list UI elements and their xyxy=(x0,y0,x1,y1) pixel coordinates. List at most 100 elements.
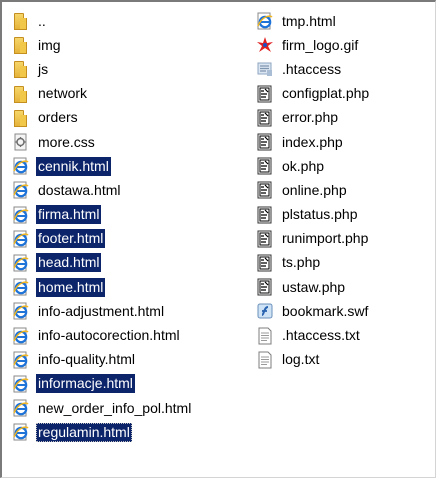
file-name-label: orders xyxy=(38,109,78,126)
file-name-label: index.php xyxy=(282,133,343,150)
file-item-ok-php[interactable]: ok.php xyxy=(256,154,436,178)
file-name-label: firm_logo.gif xyxy=(282,36,359,53)
file-item-img[interactable]: img xyxy=(12,33,247,57)
php-file-icon xyxy=(256,157,274,175)
file-item-cennik-html[interactable]: cennik.html xyxy=(12,154,247,178)
php-file-icon xyxy=(256,278,274,296)
file-item-ustaw-php[interactable]: ustaw.php xyxy=(256,275,436,299)
text-file-icon xyxy=(256,351,274,369)
file-name-label: ts.php xyxy=(282,254,321,271)
html-file-icon xyxy=(12,181,30,199)
image-file-icon xyxy=(256,36,274,54)
file-name-label: head.html xyxy=(36,253,102,273)
file-name-label: .htaccess.txt xyxy=(282,327,360,344)
file-item-error-php[interactable]: error.php xyxy=(256,106,436,130)
html-file-icon xyxy=(12,230,30,248)
file-name-label: home.html xyxy=(36,277,106,297)
file-item-js[interactable]: js xyxy=(12,57,247,81)
html-file-icon xyxy=(12,375,30,393)
html-file-icon xyxy=(12,399,30,417)
file-item-plstatus-php[interactable]: plstatus.php xyxy=(256,203,436,227)
file-item-network[interactable]: network xyxy=(12,82,247,106)
file-item-informacje-html[interactable]: informacje.html xyxy=(12,372,247,396)
file-name-label: informacje.html xyxy=(36,374,135,394)
file-item-bookmark-swf[interactable]: bookmark.swf xyxy=(256,299,436,323)
file-name-label: network xyxy=(38,85,88,102)
file-item-configplat-php[interactable]: configplat.php xyxy=(256,82,436,106)
file-item-more-css[interactable]: more.css xyxy=(12,130,247,154)
file-name-label: img xyxy=(38,36,61,53)
file-item-new-order-info-pol-html[interactable]: new_order_info_pol.html xyxy=(12,396,247,420)
folder-icon xyxy=(12,36,30,55)
file-list-column-left: .. img js network orders more.css cennik.html d… xyxy=(12,9,247,444)
file-item-home-html[interactable]: home.html xyxy=(12,275,247,299)
file-item-footer-html[interactable]: footer.html xyxy=(12,227,247,251)
file-name-label: cennik.html xyxy=(36,156,111,176)
file-name-label: more.css xyxy=(38,133,95,150)
html-file-icon xyxy=(256,12,274,30)
file-item-head-html[interactable]: head.html xyxy=(12,251,247,275)
file-name-label: online.php xyxy=(282,181,347,198)
file-name-label: info-quality.html xyxy=(38,351,136,368)
html-file-icon xyxy=(12,327,30,345)
file-item-parent-directory[interactable]: .. xyxy=(12,9,247,33)
file-name-label: runimport.php xyxy=(282,230,369,247)
file-item-firm-logo-gif[interactable]: firm_logo.gif xyxy=(256,33,436,57)
html-file-icon xyxy=(12,278,30,296)
file-name-label: regulamin.html xyxy=(36,422,132,442)
file-item-index-php[interactable]: index.php xyxy=(256,130,436,154)
file-item-dot-htaccess[interactable]: .htaccess xyxy=(256,57,436,81)
file-name-label: plstatus.php xyxy=(282,206,358,223)
file-item-info-autocorection-html[interactable]: info-autocorection.html xyxy=(12,323,247,347)
php-file-icon xyxy=(256,133,274,151)
file-name-label: bookmark.swf xyxy=(282,302,369,319)
file-item-info-adjustment-html[interactable]: info-adjustment.html xyxy=(12,299,247,323)
file-item-orders[interactable]: orders xyxy=(12,106,247,130)
html-file-icon xyxy=(12,157,30,175)
config-file-icon xyxy=(256,60,274,78)
file-name-label: configplat.php xyxy=(282,85,370,102)
file-name-label: error.php xyxy=(282,109,339,126)
file-name-label: footer.html xyxy=(36,229,106,249)
file-item-dostawa-html[interactable]: dostawa.html xyxy=(12,178,247,202)
file-item-ts-php[interactable]: ts.php xyxy=(256,251,436,275)
file-item-log-txt[interactable]: log.txt xyxy=(256,348,436,372)
file-name-label: js xyxy=(38,60,49,77)
file-name-label: info-autocorection.html xyxy=(38,327,180,344)
file-name-label: .. xyxy=(38,12,46,29)
php-file-icon xyxy=(256,85,274,103)
file-item-online-php[interactable]: online.php xyxy=(256,178,436,202)
file-name-label: .htaccess xyxy=(282,60,342,77)
text-file-icon xyxy=(256,327,274,345)
php-file-icon xyxy=(256,206,274,224)
folder-icon xyxy=(12,60,30,79)
php-file-icon xyxy=(256,109,274,127)
file-list-panel[interactable]: .. img js network orders more.css cennik.html d… xyxy=(0,0,436,478)
file-item-dot-htaccess-txt[interactable]: .htaccess.txt xyxy=(256,323,436,347)
flash-file-icon xyxy=(256,302,274,320)
file-name-label: tmp.html xyxy=(282,12,336,29)
php-file-icon xyxy=(256,254,274,272)
css-file-icon xyxy=(12,133,30,151)
html-file-icon xyxy=(12,302,30,320)
html-file-icon xyxy=(12,423,30,441)
php-file-icon xyxy=(256,181,274,199)
html-file-icon xyxy=(12,351,30,369)
file-item-firma-html[interactable]: firma.html xyxy=(12,203,247,227)
file-item-runimport-php[interactable]: runimport.php xyxy=(256,227,436,251)
folder-icon xyxy=(12,109,30,127)
file-name-label: ustaw.php xyxy=(282,278,346,295)
file-name-label: info-adjustment.html xyxy=(38,302,165,319)
folder-icon xyxy=(12,85,30,103)
file-item-tmp-html[interactable]: tmp.html xyxy=(256,9,436,33)
file-item-regulamin-html[interactable]: regulamin.html xyxy=(12,420,247,444)
file-name-label: dostawa.html xyxy=(38,181,121,198)
file-name-label: firma.html xyxy=(36,205,102,225)
html-file-icon xyxy=(12,206,30,224)
file-list-column-right: tmp.html firm_logo.gif .htaccess configplat… xyxy=(256,9,436,372)
php-file-icon xyxy=(256,230,274,248)
file-item-info-quality-html[interactable]: info-quality.html xyxy=(12,348,247,372)
file-name-label: log.txt xyxy=(282,351,320,368)
file-name-label: ok.php xyxy=(282,157,325,174)
file-name-label: new_order_info_pol.html xyxy=(38,399,192,416)
